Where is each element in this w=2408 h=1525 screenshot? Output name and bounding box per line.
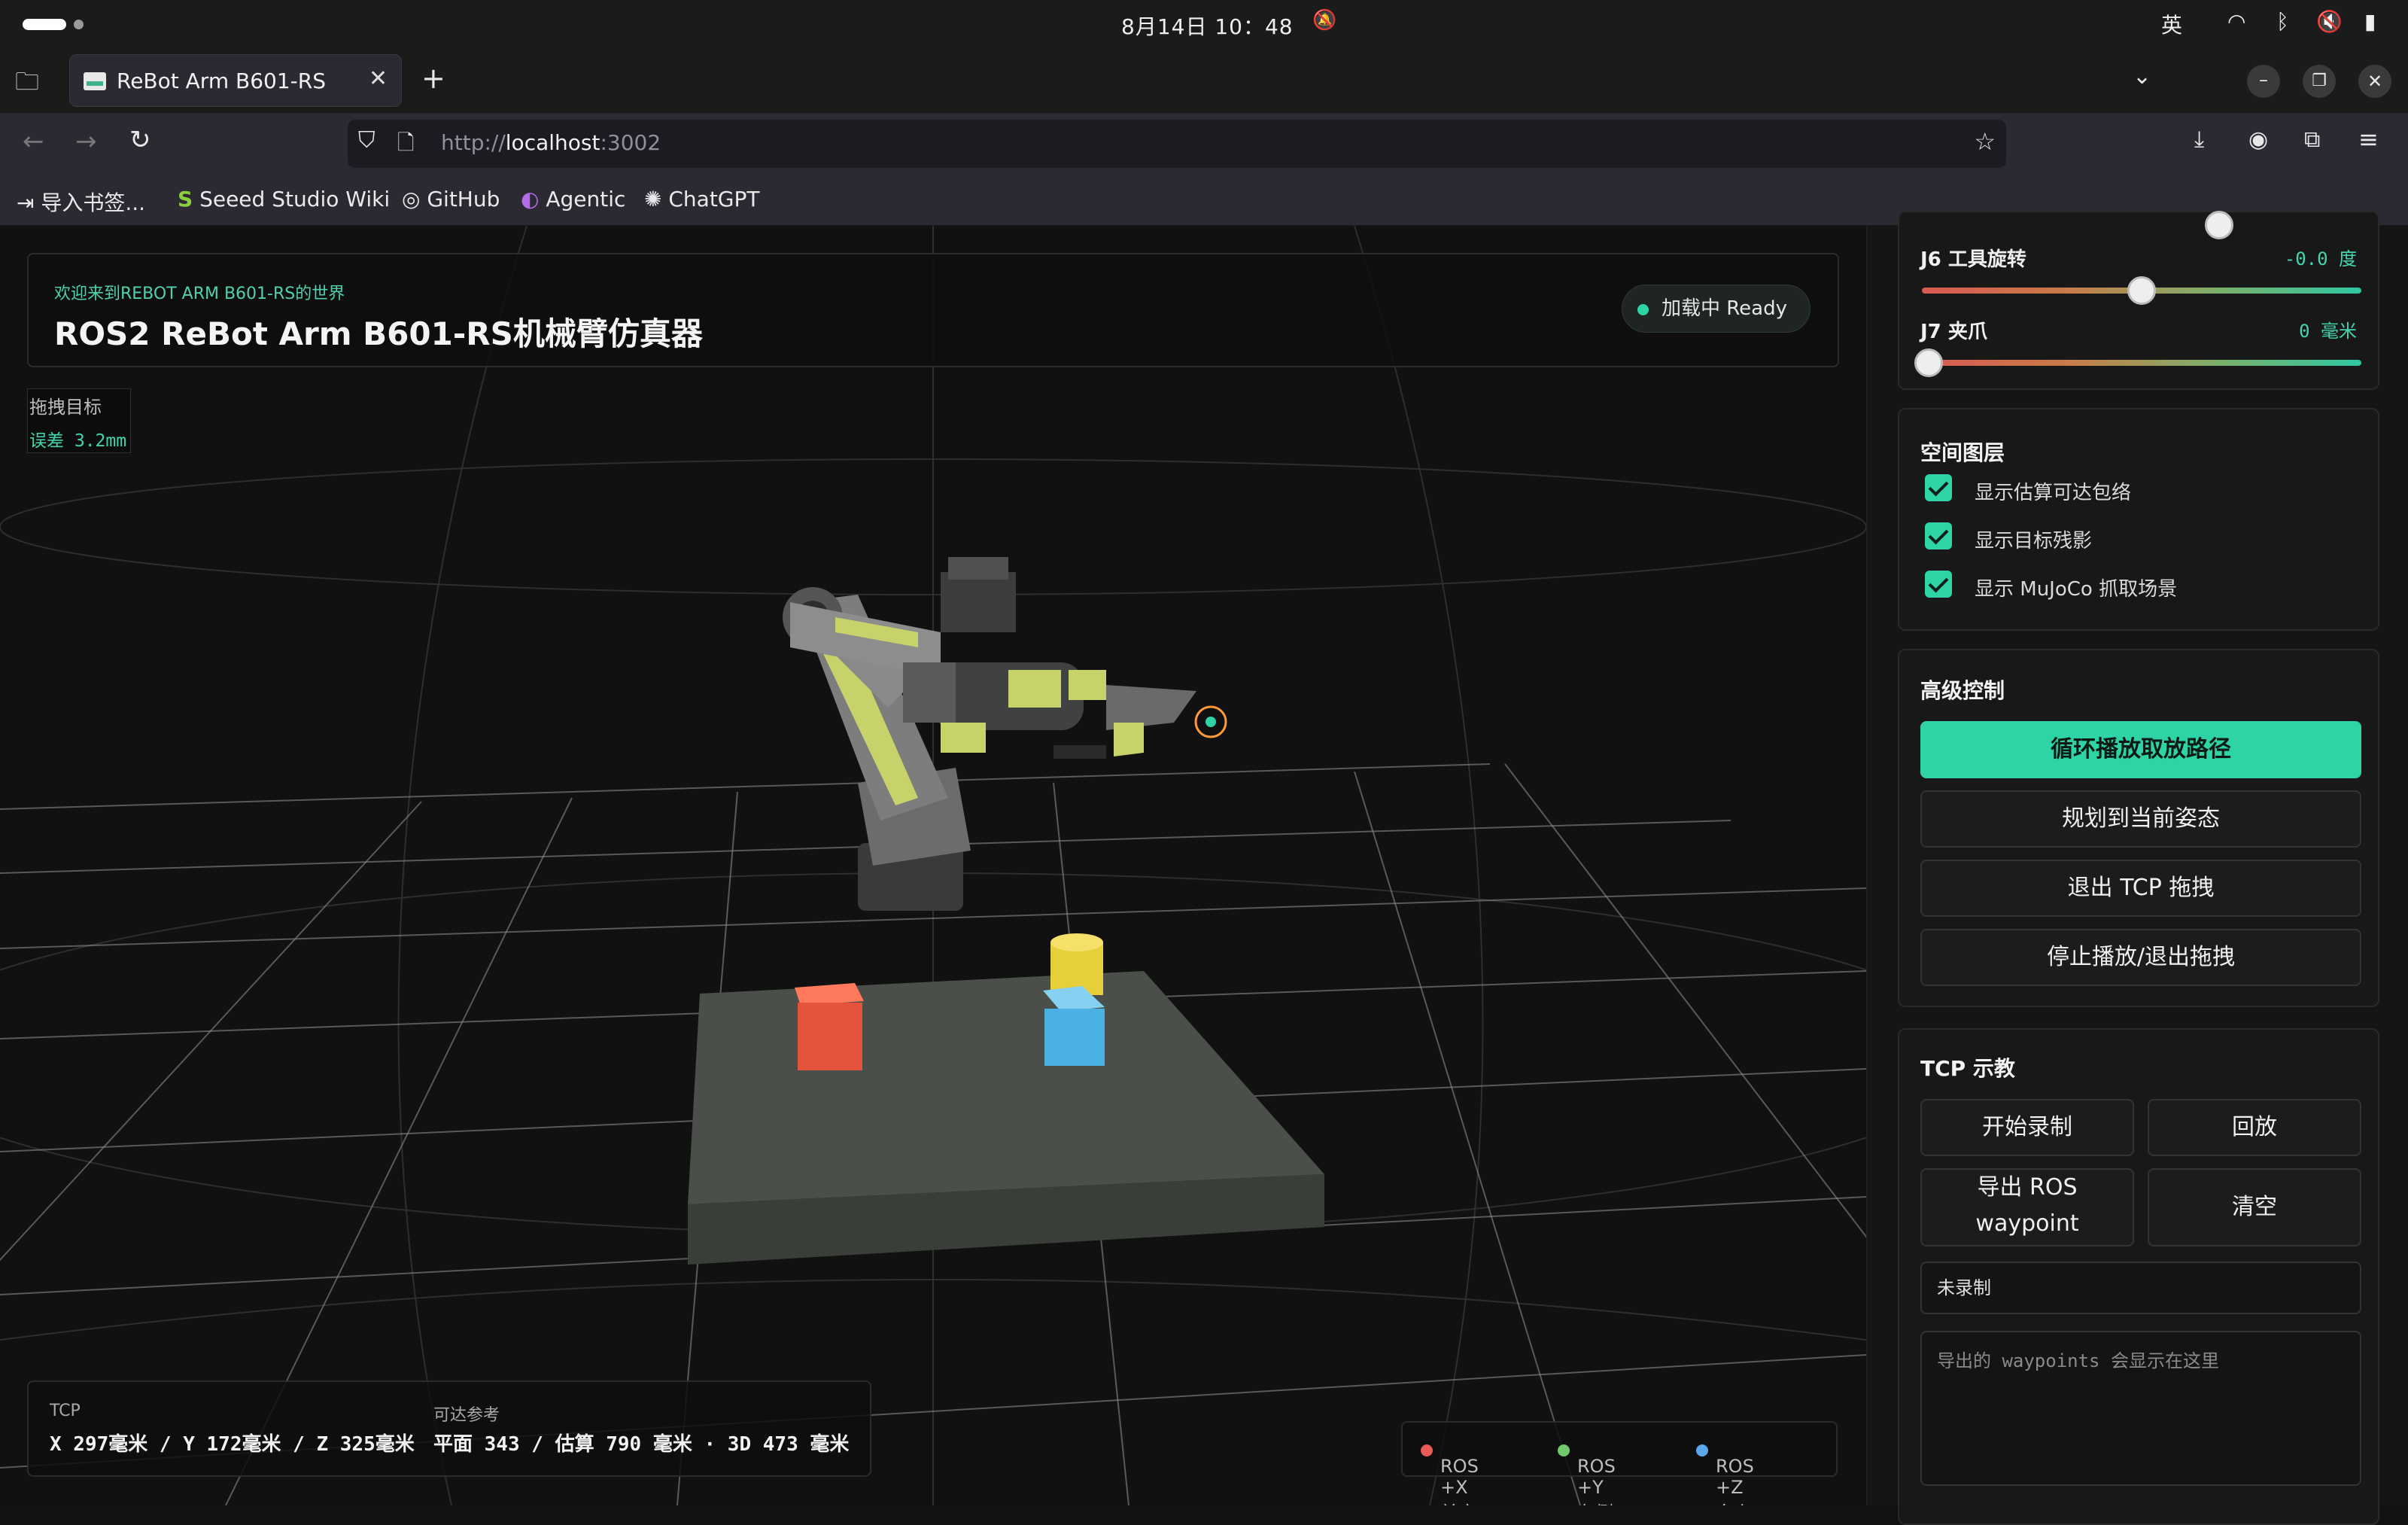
stop-playback-button[interactable]: 停止播放/退出拖拽	[1920, 929, 2361, 986]
scene-graphics	[0, 226, 1866, 1505]
status-badge: 加载中 Ready	[1622, 285, 1811, 333]
export-button-line-2: waypoint	[1975, 1210, 2079, 1237]
mujoco-scene-label: 显示 MuJoCo 抓取场景	[1975, 578, 2178, 601]
tab-title: ReBot Arm B601-RS	[117, 68, 326, 93]
app-header: 欢迎来到REBOT ARM B601-RS的世界 ROS2 ReBot Arm …	[27, 253, 1839, 367]
j6-slider-thumb[interactable]	[2127, 276, 2156, 305]
export-ros-waypoint-button[interactable]: 导出 ROS waypoint	[1920, 1168, 2134, 1246]
minimize-window-icon[interactable]: –	[2247, 65, 2280, 98]
wifi-icon[interactable]: ◠	[2227, 9, 2245, 34]
forward-arrow-icon[interactable]: →	[75, 126, 97, 157]
reach-value: 平面 343 / 估算 790 毫米 · 3D 473 毫米	[433, 1433, 850, 1456]
menu-icon[interactable]: ≡	[2358, 125, 2379, 154]
tcp-target-dot	[1206, 717, 1216, 727]
reach-envelope-checkbox[interactable]	[1925, 474, 1952, 501]
j7-label: J7 夹爪	[1920, 321, 1987, 343]
input-method-indicator[interactable]: 英	[2161, 9, 2182, 39]
bell-muted-icon[interactable]: 🔕	[1312, 9, 1336, 32]
waypoints-output-textarea[interactable]	[1920, 1331, 2361, 1486]
plan-to-pose-button[interactable]: 规划到当前姿态	[1920, 790, 2361, 848]
back-arrow-icon[interactable]: ←	[23, 126, 44, 157]
page-title: ROS2 ReBot Arm B601-RS机械臂仿真器	[54, 315, 703, 352]
welcome-text: 欢迎来到REBOT ARM B601-RS的世界	[54, 285, 345, 303]
battery-icon[interactable]: ▮	[2364, 9, 2376, 34]
legend-y: ROS +Y 左侧	[1558, 1439, 1616, 1505]
tcp-readout: TCP X 297毫米 / Y 172毫米 / Z 325毫米 可达参考 平面 …	[27, 1380, 871, 1477]
bookmark-seeed-wiki[interactable]: S Seeed Studio Wiki	[178, 187, 390, 212]
new-tab-icon[interactable]: +	[421, 62, 445, 95]
browser-tab-bar: 🗀 ReBot Arm B601-RS ✕ + ⌄ – ❐ ✕	[0, 50, 2408, 113]
tab-rebot-arm[interactable]: ReBot Arm B601-RS ✕	[69, 54, 402, 107]
url-text[interactable]: http://localhost:3002	[441, 130, 661, 155]
loop-pick-place-button[interactable]: 循环播放取放路径	[1920, 721, 2361, 778]
tab-overview-icon[interactable]: 🗀	[15, 65, 39, 105]
site-favicon-icon	[84, 72, 106, 90]
os-top-bar: 8月14日 10：48 🔕 英 ◠ ᛒ 🔇 ▮	[0, 0, 2408, 50]
legend-z: ROS +Z 向上	[1696, 1439, 1754, 1505]
close-window-icon[interactable]: ✕	[2358, 65, 2391, 98]
advanced-control-title: 高级控制	[1920, 678, 2005, 703]
robot-arm	[783, 557, 1196, 911]
reach-label: 可达参考	[433, 1406, 500, 1425]
advanced-control-card: 高级控制 循环播放取放路径 规划到当前姿态 退出 TCP 拖拽 停止播放/退出拖…	[1898, 649, 2379, 1007]
j6-label: J6 工具旋转	[1920, 248, 2026, 271]
bookmark-agentic[interactable]: ◐ Agentic	[521, 187, 625, 212]
page-info-icon[interactable]: 🗋	[397, 127, 415, 163]
simulation-viewport[interactable]: 欢迎来到REBOT ARM B601-RS的世界 ROS2 ReBot Arm …	[0, 226, 1866, 1505]
j5-slider-thumb[interactable]	[2205, 211, 2233, 239]
tcp-teach-card: TCP 示教 开始录制 回放 导出 ROS waypoint 清空 未录制	[1898, 1028, 2379, 1525]
reload-icon[interactable]: ↻	[129, 125, 151, 155]
drag-target-readout: 拖拽目标 误差 3.2mm	[27, 388, 131, 453]
legend-x: ROS +X 前方	[1421, 1439, 1479, 1505]
target-ghost-label: 显示目标残影	[1975, 530, 2093, 552]
workspace-indicator[interactable]	[23, 19, 66, 30]
browser-nav-bar: ← → ↻ ⛉ 🗋 http://localhost:3002 ☆ ⤓ ◉ ⧉ …	[0, 113, 2408, 175]
tcp-value: X 297毫米 / Y 172毫米 / Z 325毫米	[50, 1433, 415, 1456]
target-ghost-checkbox[interactable]	[1925, 522, 1952, 549]
recording-status-field: 未录制	[1920, 1262, 2361, 1314]
tab-list-chevron-down-icon[interactable]: ⌄	[2133, 63, 2151, 90]
red-cube	[795, 983, 864, 1070]
account-icon[interactable]: ◉	[2248, 126, 2268, 153]
axis-legend: ROS +X 前方 ROS +Y 左侧 ROS +Z 向上	[1401, 1421, 1838, 1505]
drag-target-label: 拖拽目标	[29, 397, 102, 418]
spatial-layers-card: 空间图层 显示估算可达包络 显示目标残影 显示 MuJoCo 抓取场景	[1898, 408, 2379, 631]
j6-value: -0.0 度	[2284, 248, 2357, 269]
system-clock[interactable]: 8月14日 10：48	[1121, 11, 1294, 41]
joint-sliders-card: J6 工具旋转 -0.0 度 J7 夹爪 0 毫米	[1898, 211, 2379, 390]
spatial-layers-title: 空间图层	[1920, 440, 2005, 465]
j7-slider[interactable]	[1914, 349, 2361, 377]
j7-slider-thumb[interactable]	[1914, 349, 1943, 377]
extensions-icon[interactable]: ⧉	[2304, 126, 2320, 153]
bluetooth-icon[interactable]: ᛒ	[2276, 9, 2289, 34]
clear-button[interactable]: 清空	[2148, 1168, 2361, 1246]
volume-muted-icon[interactable]: 🔇	[2316, 9, 2343, 34]
bookmark-star-icon[interactable]: ☆	[1974, 127, 1996, 156]
export-button-line-1: 导出 ROS	[1977, 1174, 2078, 1201]
start-recording-button[interactable]: 开始录制	[1920, 1099, 2134, 1156]
close-tab-icon[interactable]: ✕	[369, 65, 388, 92]
mujoco-scene-checkbox[interactable]	[1925, 571, 1952, 598]
yellow-cylinder	[1050, 933, 1103, 995]
j7-value: 0 毫米	[2299, 321, 2357, 342]
shield-icon[interactable]: ⛉	[358, 127, 375, 154]
restore-window-icon[interactable]: ❐	[2303, 65, 2336, 98]
workspace-dot[interactable]	[74, 20, 84, 29]
drag-error-value: 误差 3.2mm	[29, 431, 127, 451]
table-top	[688, 971, 1324, 1204]
control-panel: J6 工具旋转 -0.0 度 J7 夹爪 0 毫米 空间图层 显示估算可达包络 …	[1866, 211, 2408, 1525]
reach-envelope-label: 显示估算可达包络	[1975, 482, 2132, 504]
tcp-label: TCP	[50, 1402, 81, 1420]
exit-tcp-drag-button[interactable]: 退出 TCP 拖拽	[1920, 860, 2361, 917]
tcp-teach-title: TCP 示教	[1920, 1056, 2015, 1081]
bookmark-chatgpt[interactable]: ✺ ChatGPT	[644, 187, 760, 212]
bookmark-github[interactable]: ◎ GitHub	[402, 187, 500, 212]
replay-button[interactable]: 回放	[2148, 1099, 2361, 1156]
address-bar[interactable]: ⛉ 🗋 http://localhost:3002 ☆	[348, 120, 2006, 168]
j6-slider[interactable]	[1922, 276, 2361, 305]
downloads-icon[interactable]: ⤓	[2194, 126, 2204, 153]
bookmark-import[interactable]: ⇥ 导入书签...	[17, 187, 145, 217]
